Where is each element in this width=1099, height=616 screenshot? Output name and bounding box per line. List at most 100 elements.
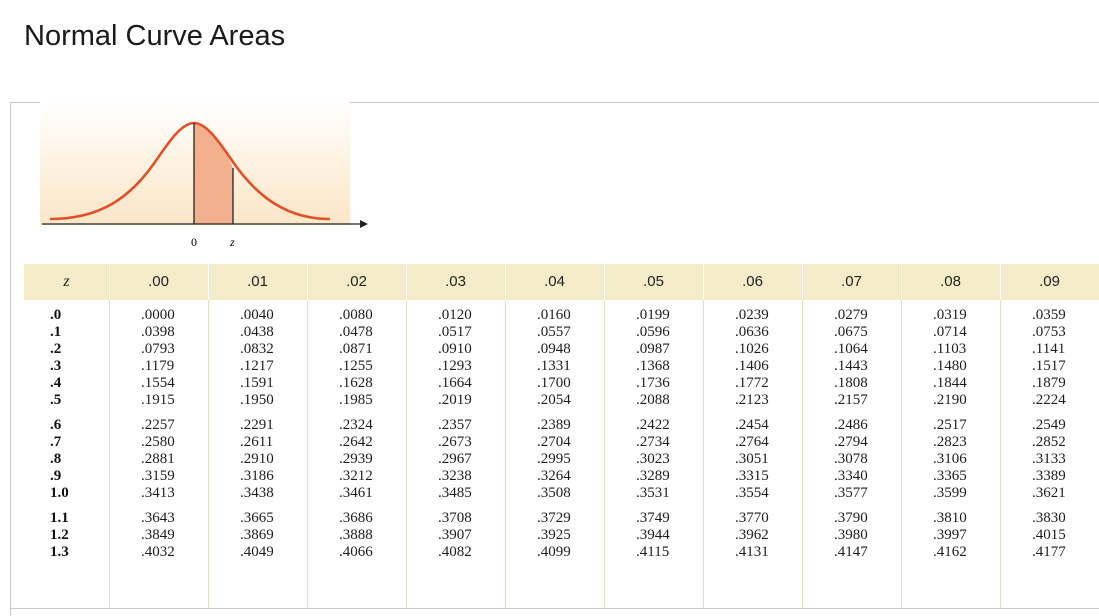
data-column-04: .0160.0557.0948.1331.1700.2054 .2389.2704… [537, 307, 571, 561]
table-cell: .2642 [339, 434, 373, 450]
header-col-04: .04 [505, 264, 605, 300]
z-value: .8 [50, 451, 62, 467]
table-cell: .0438 [240, 324, 274, 340]
table-cell: .0080 [339, 307, 373, 323]
table-cell: .3413 [141, 485, 175, 501]
table-cell: .0753 [1032, 324, 1066, 340]
label-z: z [229, 235, 235, 249]
shaded-area [194, 123, 233, 224]
table-cell: .1141 [1032, 341, 1066, 357]
table-cell: .0478 [339, 324, 373, 340]
z-value: .7 [50, 434, 62, 450]
table-cell: .3708 [438, 510, 472, 526]
table-cell: .3078 [834, 451, 868, 467]
table-cell: .0517 [438, 324, 472, 340]
table-cell: .2454 [735, 417, 769, 433]
table-cell: .1879 [1032, 375, 1066, 391]
table-cell: .1026 [735, 341, 769, 357]
table-cell: .0319 [933, 307, 967, 323]
header-col-09: .09 [1000, 264, 1099, 300]
data-column-09: .0359.0753.1141.1517.1879.2224 .2549.2852… [1032, 307, 1066, 561]
table-cell: .1591 [240, 375, 274, 391]
header-col-00: .00 [109, 264, 209, 300]
table-cell: .3729 [537, 510, 571, 526]
table-cell: .2019 [438, 392, 472, 408]
x-axis-arrow [360, 220, 368, 228]
header-col-05: .05 [604, 264, 704, 300]
table-cell: .2157 [834, 392, 868, 408]
table-cell: .2967 [438, 451, 472, 467]
table-cell: .3485 [438, 485, 472, 501]
header-col-07: .07 [802, 264, 902, 300]
table-cell: .2580 [141, 434, 175, 450]
table-cell: .1772 [735, 375, 769, 391]
table-cell: .2910 [240, 451, 274, 467]
table-cell: .3531 [636, 485, 670, 501]
z-value: 1.3 [50, 544, 69, 560]
table-cell: .3869 [240, 527, 274, 543]
table-cell: .0832 [240, 341, 274, 357]
normal-curve [49, 121, 331, 221]
table-cell: .3508 [537, 485, 571, 501]
table-cell: .3665 [240, 510, 274, 526]
table-cell: .0871 [339, 341, 373, 357]
table-cell: .3962 [735, 527, 769, 543]
header-col-03: .03 [406, 264, 506, 300]
table-cell: .3186 [240, 468, 274, 484]
table-cell: .2995 [537, 451, 571, 467]
table-cell: .1517 [1032, 358, 1066, 374]
z-value: .3 [50, 358, 62, 374]
table-cell: .3907 [438, 527, 472, 543]
table-cell: .2357 [438, 417, 472, 433]
table-cell: .0120 [438, 307, 472, 323]
table-cell: .3365 [933, 468, 967, 484]
table-cell: .2517 [933, 417, 967, 433]
column-divider [604, 300, 605, 608]
table-cell: .0359 [1032, 307, 1066, 323]
z-value: 1.0 [50, 485, 69, 501]
table-cell: .1844 [933, 375, 967, 391]
table-cell: .3770 [735, 510, 769, 526]
table-cell: .3643 [141, 510, 175, 526]
table-cell: .3980 [834, 527, 868, 543]
table-cell: .0714 [933, 324, 967, 340]
table-cell: .1293 [438, 358, 472, 374]
table-cell: .1664 [438, 375, 472, 391]
table-cell: .0199 [636, 307, 670, 323]
table-cell: .3159 [141, 468, 175, 484]
z-value: .1 [50, 324, 62, 340]
table-cell: .2734 [636, 434, 670, 450]
table-cell: .1950 [240, 392, 274, 408]
table-cell: .1179 [141, 358, 175, 374]
z-column: .0.1.2.3.4.5 .6.7.8.9 1.0 1.1 1.2 1.3 [50, 307, 69, 561]
table-header-row: z .00.01.02.03.04.05.06.07.08.09 [24, 264, 1099, 300]
table-cell: .1255 [339, 358, 373, 374]
table-cell: .1808 [834, 375, 868, 391]
table-cell: .1368 [636, 358, 670, 374]
table-cell: .0910 [438, 341, 472, 357]
z-value: .0 [50, 307, 62, 323]
table-cell: .3997 [933, 527, 967, 543]
table-cell: .3749 [636, 510, 670, 526]
data-column-05: .0199.0596.0987.1368.1736.2088 .2422.2734… [636, 307, 670, 561]
table-cell: .0948 [537, 341, 571, 357]
table-cell: .1480 [933, 358, 967, 374]
table-cell: .3888 [339, 527, 373, 543]
z-value: .2 [50, 341, 62, 357]
table-cell: .0636 [735, 324, 769, 340]
table-cell: .2611 [240, 434, 274, 450]
header-col-06: .06 [703, 264, 803, 300]
table-cell: .4032 [141, 544, 175, 560]
page-title: Normal Curve Areas [24, 20, 286, 52]
z-value: 1.1 [50, 510, 69, 526]
table-cell: .3238 [438, 468, 472, 484]
table-cell: .2881 [141, 451, 175, 467]
table-cell: .3106 [933, 451, 967, 467]
table-cell: .3790 [834, 510, 868, 526]
data-column-01: .0040.0438.0832.1217.1591.1950 .2291.2611… [240, 307, 274, 561]
table-cell: .0000 [141, 307, 175, 323]
table-cell: .2549 [1032, 417, 1066, 433]
z-value: 1.2 [50, 527, 69, 543]
table-cell: .4147 [834, 544, 868, 560]
table-cell: .2704 [537, 434, 571, 450]
